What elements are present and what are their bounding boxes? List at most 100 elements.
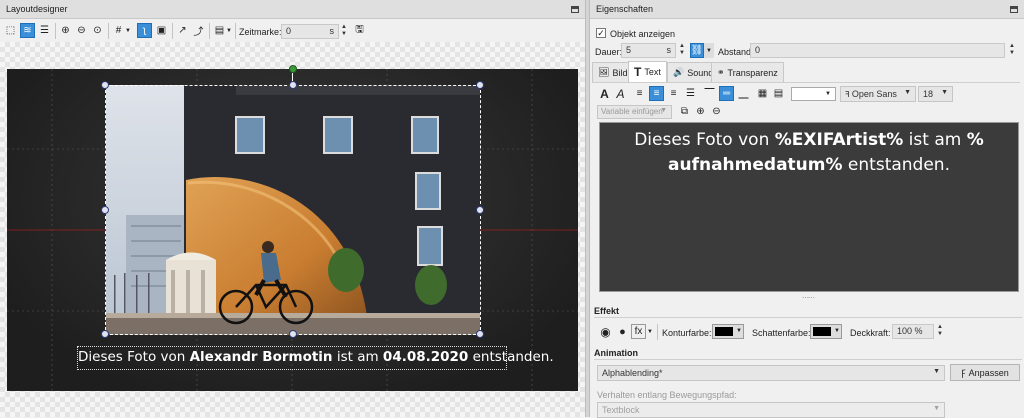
animation-chevron-icon: ▼	[933, 368, 940, 375]
maximize-eigenschaften-icon[interactable]	[1010, 6, 1018, 13]
text-format-toolbar: A A ≡ ≡ ≡ ☰ ⎺ ═ ⎽ ▦ ▤ ▼ ꟻ Open Sans ▼ 18 ▼	[594, 84, 1024, 104]
layers-tool-icon[interactable]: ☰	[37, 23, 52, 38]
layoutdesigner-title-bar: Layoutdesigner	[0, 0, 585, 19]
layoutdesigner-title: Layoutdesigner	[6, 4, 68, 14]
anpassen-button[interactable]: Ꝼ Anpassen	[950, 364, 1020, 381]
schattenfarbe-chevron-icon[interactable]: ▼	[834, 328, 840, 334]
effekt-section-label: Effekt	[594, 306, 620, 316]
zoom-in-icon[interactable]: ⊕	[58, 23, 73, 38]
align-dropdown-chevron-icon[interactable]: ▼	[225, 23, 233, 38]
toolbar-separator	[108, 23, 109, 39]
deckkraft-spinner[interactable]: ▲ ▼	[936, 324, 944, 339]
grid-dropdown-chevron-icon[interactable]: ▼	[124, 23, 132, 38]
zeitmarke-spinner[interactable]: ▲ ▼	[340, 24, 348, 39]
animation-select[interactable]: Alphablending* ▼	[597, 365, 945, 381]
editor-variable-artist: %EXIFArtist%	[774, 130, 904, 150]
align-center-icon[interactable]: ≡	[649, 86, 664, 101]
caption-artist: Alexandr Bormotin	[189, 349, 333, 365]
effect-outline-icon[interactable]: ◉	[598, 324, 613, 339]
path-behavior-value: Textblock	[602, 405, 640, 415]
editor-zoom-out-icon[interactable]: ⊖	[709, 104, 724, 119]
text-frame-icon[interactable]: ▦	[755, 86, 770, 101]
font-size-select[interactable]: 18 ▼	[918, 86, 953, 102]
resize-handle-top-left[interactable]	[101, 81, 109, 89]
dauer-spinner[interactable]: ▲ ▼	[678, 43, 686, 58]
path-behavior-select: Textblock ▼	[597, 402, 945, 418]
dauer-label: Dauer:	[595, 47, 623, 57]
animation-value: Alphablending*	[602, 368, 663, 378]
selection-frame[interactable]	[105, 85, 481, 335]
select-tool-icon[interactable]: ⬚	[3, 23, 18, 38]
caption-date: 04.08.2020	[382, 349, 469, 365]
toolbar-separator	[209, 23, 210, 39]
tab-bild-label: Bild	[612, 67, 628, 78]
text-wrap-icon[interactable]: ▤	[771, 86, 786, 101]
maximize-layoutdesigner-icon[interactable]	[571, 6, 579, 13]
dauer-input[interactable]: 5 s	[621, 43, 676, 58]
color-dropdown-chevron-icon[interactable]: ▼	[822, 86, 834, 101]
resize-handle-bottom[interactable]	[289, 330, 297, 338]
valign-top-icon[interactable]: ⎺	[702, 86, 717, 101]
editor-variable-date-end: aufnahmedatum%	[668, 155, 843, 175]
valign-bottom-icon[interactable]: ⎽	[736, 86, 751, 101]
link-dropdown-chevron-icon[interactable]: ▼	[704, 43, 714, 58]
zeitmarke-value: 0	[286, 26, 292, 36]
editor-resize-grip-icon[interactable]: ⋯⋯	[802, 294, 815, 302]
caption-text-object[interactable]: Dieses Foto von Alexandr Bormotin ist am…	[77, 346, 554, 370]
layoutdesigner-toolbar: ⬚ ≋ ☰ ⊕ ⊖ ⊙ # ▼ ʅ ▣ ↗ ⤴ ▤ ▼ Zeitmarke: 0…	[0, 20, 585, 42]
effekt-separator	[657, 324, 658, 340]
deckkraft-value: 100 %	[897, 326, 923, 336]
motion-path-icon[interactable]: ↗	[175, 23, 190, 38]
rotate-handle[interactable]	[289, 65, 297, 73]
save-icon[interactable]: 🖫	[352, 23, 367, 38]
font-size-value: 18	[923, 89, 934, 99]
konturfarbe-chevron-icon[interactable]: ▼	[736, 328, 742, 334]
resize-handle-left[interactable]	[101, 206, 109, 214]
effect-fx-icon[interactable]: fx	[631, 324, 646, 339]
tab-text[interactable]: T Text	[628, 61, 667, 82]
konturfarbe-label: Konturfarbe:	[662, 328, 712, 338]
panel-splitter[interactable]	[585, 0, 590, 417]
show-object-checkbox[interactable]: ✓	[596, 28, 606, 38]
zoom-fit-icon[interactable]: ⊙	[90, 23, 105, 38]
text-editor[interactable]: Dieses Foto von %EXIFArtist% ist am % au…	[599, 122, 1019, 292]
font-family-select[interactable]: ꟻ Open Sans ▼	[840, 86, 916, 102]
effect-shadow-icon[interactable]: ●	[615, 324, 630, 339]
align-justify-icon[interactable]: ☰	[683, 86, 698, 101]
resize-handle-bottom-right[interactable]	[476, 330, 484, 338]
align-left-icon[interactable]: ≡	[632, 86, 647, 101]
editor-line1-pre: Dieses Foto von	[634, 130, 775, 150]
font-italic-icon[interactable]: A	[613, 86, 628, 101]
abstand-value: 0	[755, 45, 761, 55]
resize-handle-top[interactable]	[289, 81, 297, 89]
zoom-out-icon[interactable]: ⊖	[74, 23, 89, 38]
tab-transparenz[interactable]: ⚭ Transparenz	[711, 62, 784, 82]
animation-section-label: Animation	[594, 348, 638, 358]
editor-zoom-in-icon[interactable]: ⊕	[693, 104, 708, 119]
variable-insert-select[interactable]: Variable einfügen ▼	[597, 105, 672, 119]
valign-middle-icon[interactable]: ═	[719, 86, 734, 101]
resize-handle-right[interactable]	[476, 206, 484, 214]
camera-tool-icon[interactable]: ▣	[154, 23, 169, 38]
deckkraft-input[interactable]: 100 %	[892, 324, 934, 339]
abstand-input[interactable]: 0	[750, 43, 1005, 58]
path-behavior-label: Verhalten entlang Bewegungspfad:	[597, 390, 737, 400]
abstand-spinner[interactable]: ▲ ▼	[1008, 43, 1016, 58]
tab-strip-border	[592, 82, 1020, 83]
zeitmarke-input[interactable]: 0 s	[281, 24, 339, 39]
variable-copy-icon[interactable]: ⧉	[677, 104, 692, 119]
motion-path-edit-icon[interactable]: ⤴	[191, 23, 206, 38]
zeitmarke-unit: s	[329, 26, 335, 36]
resize-handle-top-right[interactable]	[476, 81, 484, 89]
link-icon[interactable]: ⛓	[690, 43, 704, 58]
effect-dropdown-chevron-icon[interactable]: ▼	[646, 324, 654, 339]
font-bold-icon[interactable]: A	[597, 86, 612, 101]
abstand-label: Abstand:	[718, 47, 754, 57]
snap-curve-icon[interactable]: ʅ	[137, 23, 152, 38]
resize-handle-bottom-left[interactable]	[101, 330, 109, 338]
editor-line-2: aufnahmedatum% entstanden.	[600, 153, 1018, 178]
wave-tool-icon[interactable]: ≋	[20, 23, 35, 38]
sound-icon: 🔊	[673, 67, 685, 77]
align-right-icon[interactable]: ≡	[666, 86, 681, 101]
font-family-icon: ꟻ	[845, 90, 852, 99]
